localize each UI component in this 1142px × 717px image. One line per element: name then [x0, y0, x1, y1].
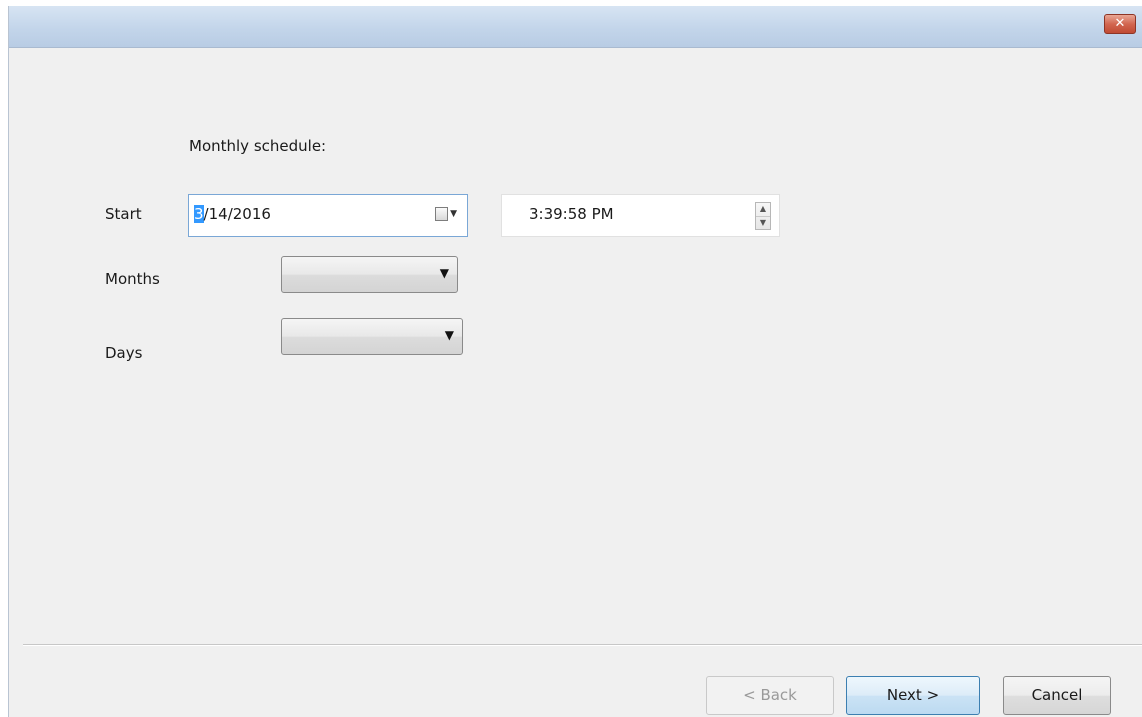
start-time-picker[interactable]: 3:39:58 PM ▲ ▼	[501, 194, 780, 237]
start-date-month-segment[interactable]: 3	[194, 205, 204, 223]
months-select[interactable]: ▼	[281, 256, 458, 293]
close-button[interactable]: ✕	[1104, 14, 1136, 34]
spin-down-icon[interactable]: ▼	[756, 217, 770, 230]
calendar-icon	[435, 207, 449, 221]
start-date-picker[interactable]: 3 /14/2016 ▼	[188, 194, 468, 237]
schedule-heading: Monthly schedule:	[189, 137, 327, 155]
time-spinner[interactable]: ▲ ▼	[755, 202, 771, 230]
start-label: Start	[105, 205, 142, 223]
chevron-down-icon: ▼	[444, 328, 454, 342]
footer-separator	[23, 644, 1142, 646]
start-time-value[interactable]: 3:39:58 PM	[529, 205, 614, 223]
next-button[interactable]: Next >	[846, 676, 980, 715]
start-date-value[interactable]: 3 /14/2016	[194, 205, 271, 223]
back-button[interactable]: < Back	[706, 676, 834, 715]
chevron-down-icon: ▼	[450, 209, 457, 219]
scheduler-dialog: ✕ Monthly schedule: Start 3 /14/2016 ▼ 3…	[8, 6, 1142, 717]
months-label: Months	[105, 270, 160, 288]
days-label: Days	[105, 344, 143, 362]
cancel-button[interactable]: Cancel	[1003, 676, 1111, 715]
close-icon: ✕	[1114, 16, 1126, 31]
calendar-dropdown-button[interactable]: ▼	[435, 207, 457, 221]
title-bar: ✕	[9, 6, 1142, 48]
chevron-down-icon: ▼	[439, 266, 449, 280]
spin-up-icon[interactable]: ▲	[756, 203, 770, 217]
days-select[interactable]: ▼	[281, 318, 463, 355]
start-date-rest: /14/2016	[203, 205, 271, 223]
